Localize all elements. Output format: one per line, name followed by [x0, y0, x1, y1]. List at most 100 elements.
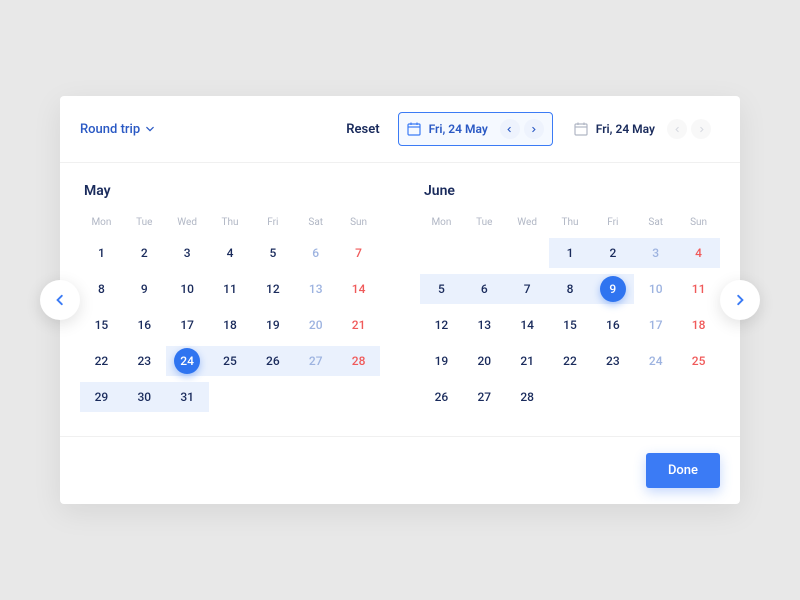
day-cell[interactable]: 16	[591, 310, 634, 340]
calendar-icon	[407, 122, 421, 136]
day-cell[interactable]: 9	[591, 274, 634, 304]
day-cell[interactable]: 24	[634, 346, 677, 376]
dow-label: Wed	[506, 217, 549, 228]
grid-right: 1234567891011121314151617181920212223242…	[420, 238, 720, 412]
trip-type-label: Round trip	[80, 122, 140, 137]
day-cell[interactable]: 21	[506, 346, 549, 376]
grid-left: 1234567891011121314151617181920212223242…	[80, 238, 380, 412]
day-cell[interactable]: 23	[591, 346, 634, 376]
day-cell[interactable]: 18	[209, 310, 252, 340]
done-button[interactable]: Done	[646, 453, 720, 488]
day-cell[interactable]: 6	[294, 238, 337, 268]
depart-date-box[interactable]: Fri, 24 May	[398, 112, 553, 146]
day-cell[interactable]: 8	[80, 274, 123, 304]
dow-row-right: MonTueWedThuFriSatSun	[420, 217, 720, 228]
calendar-icon	[574, 122, 588, 136]
day-cell[interactable]: 18	[677, 310, 720, 340]
trip-type-dropdown[interactable]: Round trip	[80, 122, 154, 137]
day-cell[interactable]: 15	[549, 310, 592, 340]
day-cell[interactable]: 25	[209, 346, 252, 376]
day-cell[interactable]: 30	[123, 382, 166, 412]
day-cell[interactable]: 13	[294, 274, 337, 304]
chevron-left-icon	[54, 294, 66, 306]
day-cell[interactable]: 7	[337, 238, 380, 268]
return-date-text: Fri, 24 May	[596, 122, 655, 136]
chevron-right-icon	[734, 294, 746, 306]
day-cell[interactable]: 22	[80, 346, 123, 376]
month-right-title: June	[424, 183, 720, 199]
day-cell[interactable]: 10	[634, 274, 677, 304]
dow-label: Sat	[294, 217, 337, 228]
day-cell[interactable]: 13	[463, 310, 506, 340]
day-cell[interactable]: 26	[420, 382, 463, 412]
chevron-down-icon	[146, 125, 154, 133]
day-cell[interactable]: 5	[420, 274, 463, 304]
day-cell[interactable]: 21	[337, 310, 380, 340]
footer: Done	[60, 437, 740, 504]
day-cell[interactable]: 14	[506, 310, 549, 340]
dow-label: Thu	[549, 217, 592, 228]
day-cell[interactable]: 8	[549, 274, 592, 304]
reset-button[interactable]: Reset	[346, 122, 379, 137]
day-cell[interactable]: 1	[80, 238, 123, 268]
day-cell[interactable]: 15	[80, 310, 123, 340]
prev-month-button[interactable]	[40, 280, 80, 320]
dow-label: Fri	[251, 217, 294, 228]
day-cell[interactable]: 9	[123, 274, 166, 304]
depart-date-text: Fri, 24 May	[429, 122, 488, 136]
dow-row-left: MonTueWedThuFriSatSun	[80, 217, 380, 228]
day-cell[interactable]: 28	[337, 346, 380, 376]
day-cell[interactable]: 31	[166, 382, 209, 412]
day-cell[interactable]: 3	[634, 238, 677, 268]
depart-nav-pair	[500, 119, 544, 139]
month-left-title: May	[84, 183, 380, 199]
day-cell[interactable]: 12	[251, 274, 294, 304]
day-cell[interactable]: 17	[634, 310, 677, 340]
day-cell[interactable]: 2	[591, 238, 634, 268]
day-cell[interactable]: 27	[294, 346, 337, 376]
day-cell[interactable]: 20	[294, 310, 337, 340]
day-cell[interactable]: 19	[251, 310, 294, 340]
return-date-box[interactable]: Fri, 24 May	[565, 112, 720, 146]
day-cell[interactable]: 14	[337, 274, 380, 304]
day-cell[interactable]: 23	[123, 346, 166, 376]
day-cell[interactable]: 27	[463, 382, 506, 412]
month-right: June MonTueWedThuFriSatSun 1234567891011…	[420, 183, 720, 412]
return-nav-pair	[667, 119, 711, 139]
day-cell[interactable]: 1	[549, 238, 592, 268]
day-cell[interactable]: 20	[463, 346, 506, 376]
day-cell[interactable]: 12	[420, 310, 463, 340]
day-cell[interactable]: 29	[80, 382, 123, 412]
day-cell[interactable]: 17	[166, 310, 209, 340]
depart-next-button[interactable]	[524, 119, 544, 139]
selected-day-bubble: 9	[600, 276, 626, 302]
day-cell[interactable]: 16	[123, 310, 166, 340]
dow-label: Mon	[420, 217, 463, 228]
next-month-button[interactable]	[720, 280, 760, 320]
day-cell[interactable]: 25	[677, 346, 720, 376]
day-cell[interactable]: 24	[166, 346, 209, 376]
day-cell[interactable]: 7	[506, 274, 549, 304]
day-cell[interactable]: 26	[251, 346, 294, 376]
day-cell[interactable]: 10	[166, 274, 209, 304]
dow-label: Mon	[80, 217, 123, 228]
return-prev-button	[667, 119, 687, 139]
dow-label: Fri	[591, 217, 634, 228]
day-cell[interactable]: 6	[463, 274, 506, 304]
day-cell[interactable]: 11	[677, 274, 720, 304]
day-cell[interactable]: 4	[677, 238, 720, 268]
dow-label: Sun	[677, 217, 720, 228]
dow-label: Sat	[634, 217, 677, 228]
day-cell[interactable]: 5	[251, 238, 294, 268]
day-cell[interactable]: 11	[209, 274, 252, 304]
day-cell-empty	[463, 238, 506, 268]
month-left: May MonTueWedThuFriSatSun 12345678910111…	[80, 183, 380, 412]
day-cell[interactable]: 19	[420, 346, 463, 376]
depart-prev-button[interactable]	[500, 119, 520, 139]
day-cell[interactable]: 2	[123, 238, 166, 268]
day-cell[interactable]: 4	[209, 238, 252, 268]
day-cell[interactable]: 3	[166, 238, 209, 268]
day-cell[interactable]: 28	[506, 382, 549, 412]
date-picker-card: Round trip Reset Fri, 24 May Fri, 24 May…	[60, 96, 740, 504]
day-cell[interactable]: 22	[549, 346, 592, 376]
